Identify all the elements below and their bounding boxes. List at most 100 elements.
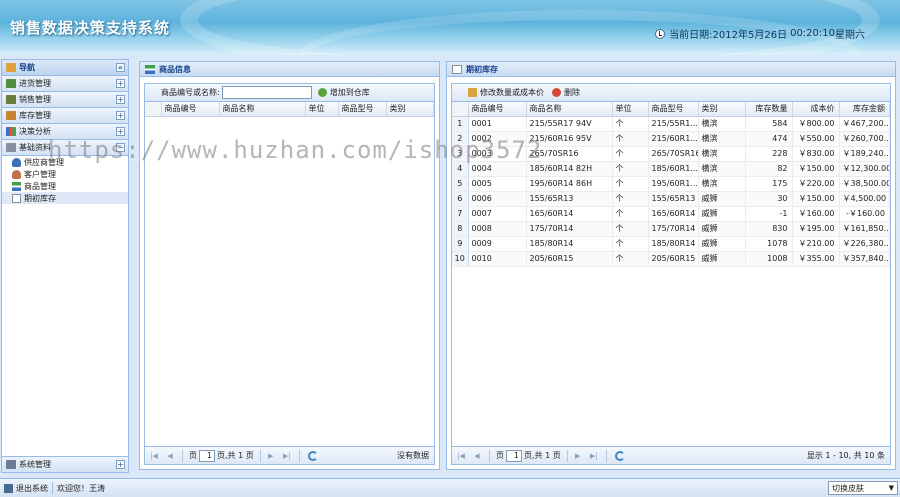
page-number-input[interactable]: 1 (506, 449, 522, 462)
page-number-input[interactable]: 1 (199, 449, 215, 462)
column-header[interactable]: 类别 (386, 102, 434, 117)
column-header[interactable]: 库存数量 (745, 102, 793, 117)
table-row[interactable]: 8 0008 175/70R14 个 175/70R14 威狮 830 ￥195.00 ￥161… (452, 221, 890, 237)
users-icon (12, 157, 21, 167)
column-header[interactable]: 库存金额 (839, 102, 890, 117)
cell-cost: ￥355.00 (792, 251, 840, 267)
add-to-warehouse-button[interactable]: 增加到仓库 (317, 87, 370, 98)
purchase-icon (6, 79, 16, 88)
sidebar-item-label: 供应商管理 (24, 157, 64, 167)
table-row[interactable]: 1 0001 215/55R17 94V 个 215/55R1... 横滨 584 ￥800.… (452, 116, 890, 132)
cell-category: 横滨 (698, 161, 746, 177)
cell-cost: ￥150.00 (792, 191, 840, 207)
column-header[interactable]: 单位 (305, 102, 339, 117)
table-row[interactable]: 2 0002 215/60R16 95V 个 215/60R1... 横滨 474 ￥550.… (452, 131, 890, 147)
cell-amount: ￥226,380... (839, 236, 890, 252)
table-row[interactable]: 7 0007 165/60R14 个 165/60R14 威狮 -1 ￥160.00 -￥160… (452, 206, 890, 222)
product-table: 商品编号 商品名称 单位 商品型号 类别 (145, 102, 434, 117)
panel-header: 期初库存 (447, 62, 895, 77)
sitemap-icon (145, 64, 155, 74)
cell-unit: 个 (612, 176, 649, 192)
sidebar-section-purchase[interactable]: 进货管理 + (2, 76, 128, 92)
sidebar-section-sales[interactable]: 销售管理 + (2, 92, 128, 108)
sidebar-section-analysis[interactable]: 决策分析 + (2, 124, 128, 140)
cell-model: 215/55R1... (648, 116, 699, 132)
expand-button[interactable]: + (116, 127, 125, 136)
cell-amount: ￥161,850... (839, 221, 890, 237)
cell-quantity: 830 (745, 221, 793, 237)
refresh-icon[interactable] (307, 450, 318, 461)
cell-code: 0010 (468, 251, 527, 267)
row-number: 6 (452, 191, 469, 207)
logout-link[interactable]: 退出系统 (16, 483, 48, 494)
last-page-icon[interactable]: ▶| (283, 452, 291, 460)
sidebar-item-customers[interactable]: 客户管理 (2, 168, 128, 180)
row-number: 2 (452, 131, 469, 147)
cell-code: 0002 (468, 131, 527, 147)
table-row[interactable]: 6 0006 155/65R13 个 155/65R13 威狮 30 ￥150.00 ￥4,50… (452, 191, 890, 207)
sidebar-section-basic-data[interactable]: 基础资料 − (2, 140, 128, 156)
stock-grid: 修改数量或成本价 删除 商品编号 商品名称 单位 商品型号 类别 库存数量 成本… (451, 83, 891, 465)
collapse-sidebar-button[interactable]: « (116, 63, 125, 72)
cell-category: 横滨 (698, 116, 746, 132)
next-page-icon[interactable]: ▶ (574, 452, 582, 460)
cell-unit: 个 (612, 161, 649, 177)
page-total: 页,共 1 页 (217, 451, 254, 460)
column-header[interactable]: 商品型号 (648, 102, 699, 117)
table-row[interactable]: 5 0005 195/60R14 86H 个 195/60R1... 横滨 175 ￥220.… (452, 176, 890, 192)
chevron-down-icon: ▼ (888, 484, 894, 492)
expand-button[interactable]: + (116, 111, 125, 120)
first-page-icon[interactable]: |◀ (457, 452, 465, 460)
sitemap-icon (12, 181, 21, 191)
delete-icon (552, 88, 561, 97)
table-row[interactable]: 4 0004 185/60R14 82H 个 185/60R1... 横滨 82 ￥150.0… (452, 161, 890, 177)
column-header[interactable]: 商品编号 (161, 102, 220, 117)
sidebar-item-products[interactable]: 商品管理 (2, 180, 128, 192)
row-number: 5 (452, 176, 469, 192)
cell-cost: ￥150.00 (792, 161, 840, 177)
page-label: 页 (189, 451, 197, 460)
collapse-button[interactable]: − (116, 143, 125, 152)
skin-select[interactable]: 切换皮肤 ▼ (828, 481, 898, 495)
column-header[interactable]: 成本价 (792, 102, 840, 117)
sidebar-section-inventory[interactable]: 库存管理 + (2, 108, 128, 124)
cell-name: 155/65R13 (526, 191, 613, 207)
sales-icon (6, 95, 16, 104)
column-header[interactable]: 商品名称 (526, 102, 613, 117)
panel-header: 商品信息 (140, 62, 439, 77)
cell-quantity: 30 (745, 191, 793, 207)
next-page-icon[interactable]: ▶ (267, 452, 275, 460)
column-header[interactable]: 单位 (612, 102, 649, 117)
expand-button[interactable]: + (116, 460, 125, 469)
expand-button[interactable]: + (116, 95, 125, 104)
divider (489, 449, 490, 462)
first-page-icon[interactable]: |◀ (150, 452, 158, 460)
cell-quantity: -1 (745, 206, 793, 222)
sidebar-item-label: 商品管理 (24, 181, 56, 191)
cell-model: 185/80R14 (648, 236, 699, 252)
delete-button[interactable]: 删除 (552, 87, 580, 98)
column-header[interactable]: 商品编号 (468, 102, 527, 117)
table-row[interactable]: 10 0010 205/60R15 个 205/60R15 威狮 1008 ￥355.00 ￥3… (452, 251, 890, 267)
row-number: 8 (452, 221, 469, 237)
edit-quantity-cost-button[interactable]: 修改数量或成本价 (468, 87, 544, 98)
prev-page-icon[interactable]: ◀ (166, 452, 174, 460)
search-input[interactable] (221, 86, 312, 99)
cell-unit: 个 (612, 116, 649, 132)
nav-title: 导航 (19, 63, 35, 72)
last-page-icon[interactable]: ▶| (590, 452, 598, 460)
table-row[interactable]: 3 0003 265/70SR16 个 265/70SR16 横滨 228 ￥830.00 ￥1… (452, 146, 890, 162)
column-header[interactable]: 商品型号 (338, 102, 387, 117)
sidebar-item-suppliers[interactable]: 供应商管理 (2, 156, 128, 168)
table-row[interactable]: 9 0009 185/80R14 个 185/80R14 威狮 1078 ￥210.00 ￥22… (452, 236, 890, 252)
sidebar-item-opening-stock[interactable]: 期初库存 (2, 192, 128, 204)
refresh-icon[interactable] (614, 450, 625, 461)
column-header[interactable]: 类别 (698, 102, 746, 117)
prev-page-icon[interactable]: ◀ (473, 452, 481, 460)
sidebar-section-system[interactable]: 系统管理 + (2, 456, 128, 472)
cell-quantity: 228 (745, 146, 793, 162)
expand-button[interactable]: + (116, 79, 125, 88)
folder-icon (6, 143, 16, 152)
cell-cost: ￥160.00 (792, 206, 840, 222)
column-header[interactable]: 商品名称 (219, 102, 306, 117)
